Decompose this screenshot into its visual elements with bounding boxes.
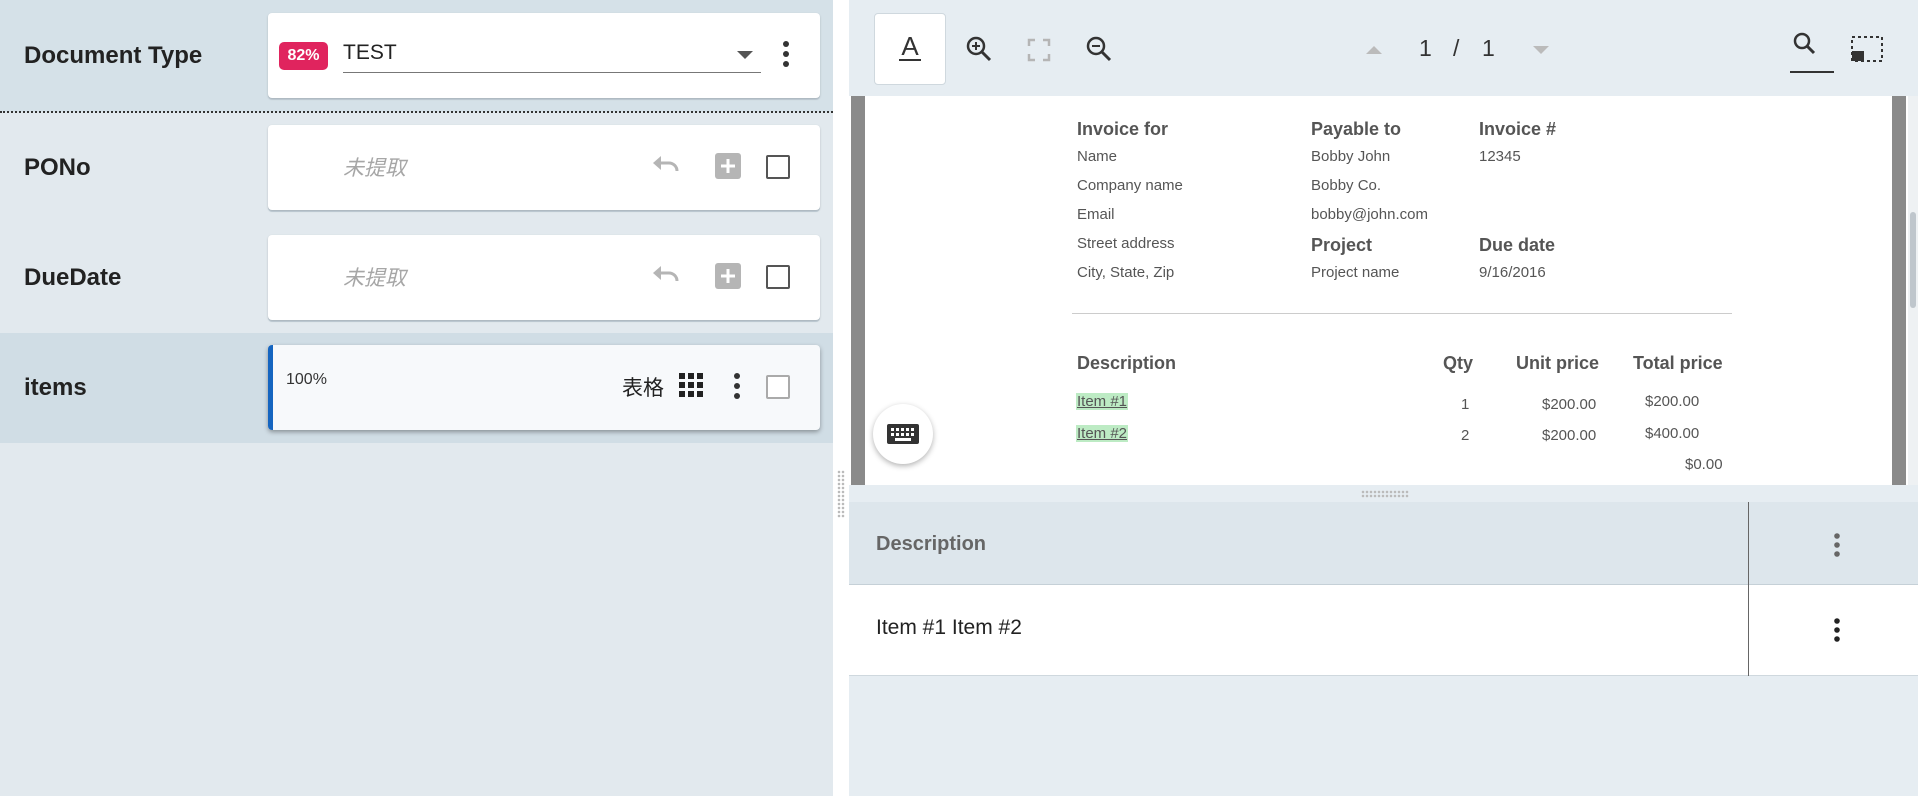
duedate-checkbox[interactable]: [766, 265, 790, 289]
invoice-item-unit-price: $200.00: [1542, 427, 1597, 444]
document-viewer: A 1 / 1 Invoice for Name Company name Em…: [849, 0, 1918, 796]
invoice-item-description[interactable]: Item #1: [1076, 393, 1129, 410]
grid-icon[interactable]: [678, 372, 704, 398]
keyboard-icon: [887, 424, 919, 444]
pono-card[interactable]: 未提取: [268, 125, 820, 210]
field-row-duedate: DueDate 未提取: [0, 223, 833, 333]
confidence-label: 100%: [286, 371, 327, 388]
payable-line: bobby@john.com: [1311, 206, 1428, 223]
duedate-card[interactable]: 未提取: [268, 235, 820, 320]
page-right-margin: [1892, 96, 1906, 485]
text-mode-icon: A: [899, 33, 921, 61]
duedate-placeholder: 未提取: [343, 267, 406, 290]
column-header-total-price: Total price: [1633, 353, 1723, 373]
table-row: Item #1 Item #2: [849, 585, 1918, 676]
search-icon[interactable]: [1791, 30, 1819, 58]
page-left-margin: [851, 96, 865, 485]
undo-icon[interactable]: [651, 153, 683, 177]
horizontal-resize-handle[interactable]: [849, 485, 1918, 502]
column-header-description: Description: [1077, 353, 1177, 373]
invoice-for-line: Company name: [1077, 177, 1183, 194]
invoice-item-total: $200.00: [1645, 393, 1700, 410]
keyboard-button[interactable]: [873, 404, 933, 464]
more-vert-icon[interactable]: [1832, 617, 1842, 643]
document-type-value: TEST: [343, 41, 397, 64]
viewer-toolbar: A 1 / 1: [849, 0, 1918, 96]
table-cell-description[interactable]: Item #1 Item #2: [876, 616, 1022, 640]
invoice-item-unit-price: $200.00: [1542, 396, 1597, 413]
project-value: Project name: [1311, 264, 1400, 281]
invoice-for-heading: Invoice for: [1077, 119, 1169, 139]
active-indicator: [268, 345, 273, 430]
more-vert-icon[interactable]: [1832, 532, 1842, 558]
invoice-item-total: $400.00: [1645, 425, 1700, 442]
pono-placeholder: 未提取: [343, 157, 406, 180]
invoice-item-description[interactable]: Item #2: [1076, 425, 1129, 442]
confidence-badge: 82%: [279, 42, 328, 70]
field-row-document-type: Document Type 82% TEST: [0, 0, 833, 112]
panel-resize-handle[interactable]: [833, 0, 849, 796]
column-divider: [1748, 585, 1749, 676]
zoom-out-icon[interactable]: [1085, 35, 1113, 63]
table-header-row: Description: [849, 502, 1918, 585]
payable-to-heading: Payable to: [1311, 119, 1402, 139]
column-divider: [1748, 502, 1749, 585]
invoice-item-qty: 2: [1461, 427, 1470, 444]
pono-checkbox[interactable]: [766, 155, 790, 179]
page-up-icon[interactable]: [1366, 46, 1382, 54]
text-mode-button[interactable]: A: [874, 13, 946, 85]
invoice-number-value: 12345: [1479, 148, 1521, 165]
page-down-icon[interactable]: [1533, 46, 1549, 54]
document-type-select[interactable]: TEST: [343, 35, 761, 73]
more-vert-icon[interactable]: [780, 37, 792, 71]
page-separator: /: [1453, 35, 1460, 61]
column-header-unit-price: Unit price: [1516, 353, 1600, 373]
table-header-description[interactable]: Description: [876, 533, 986, 556]
drag-handle-icon[interactable]: [837, 470, 845, 518]
scrollbar-thumb[interactable]: [1910, 212, 1916, 308]
payable-line: Bobby Co.: [1311, 177, 1382, 194]
column-header-qty: Qty: [1443, 353, 1474, 373]
undo-icon[interactable]: [651, 263, 683, 287]
due-date-heading: Due date: [1479, 235, 1556, 255]
add-icon[interactable]: [715, 263, 741, 289]
vertical-scrollbar[interactable]: [1908, 96, 1918, 485]
invoice-number-heading: Invoice #: [1479, 119, 1557, 139]
invoice-divider: [1072, 313, 1732, 314]
invoice-for-line: City, State, Zip: [1077, 264, 1175, 281]
drag-handle-icon[interactable]: [1361, 490, 1409, 498]
document-type-card[interactable]: 82% TEST: [268, 13, 820, 98]
page-current: 1: [1419, 35, 1432, 61]
region-select-icon[interactable]: [1850, 35, 1884, 65]
fit-screen-icon[interactable]: [1027, 38, 1051, 62]
field-label: DueDate: [24, 264, 122, 291]
chevron-down-icon: [737, 51, 753, 59]
search-active-underline: [1790, 71, 1834, 73]
document-canvas[interactable]: Invoice for Name Company name Email Stre…: [849, 96, 1918, 485]
add-icon[interactable]: [715, 153, 741, 179]
field-label: Document Type: [24, 42, 203, 69]
field-row-items: items 100% 表格: [0, 333, 833, 443]
project-heading: Project: [1311, 235, 1373, 255]
items-checkbox[interactable]: [766, 375, 790, 399]
invoice-extra-total: $0.00: [1685, 456, 1723, 473]
invoice-for-line: Street address: [1077, 235, 1175, 252]
field-panel: Document Type 82% TEST PONo 未提取 DueDate …: [0, 0, 833, 796]
field-label: items: [24, 374, 87, 401]
invoice-item-qty: 1: [1461, 396, 1470, 413]
invoice-for-line: Email: [1077, 206, 1115, 223]
items-card[interactable]: 100% 表格: [268, 345, 820, 430]
due-date-value: 9/16/2016: [1479, 264, 1546, 281]
field-label: PONo: [24, 154, 91, 181]
more-vert-icon[interactable]: [731, 369, 743, 403]
invoice-for-line: Name: [1077, 148, 1118, 165]
zoom-in-icon[interactable]: [965, 35, 993, 63]
table-type-label: 表格: [622, 377, 664, 400]
payable-line: Bobby John: [1311, 148, 1391, 165]
field-row-pono: PONo 未提取: [0, 113, 833, 223]
page-total: 1: [1482, 35, 1495, 61]
